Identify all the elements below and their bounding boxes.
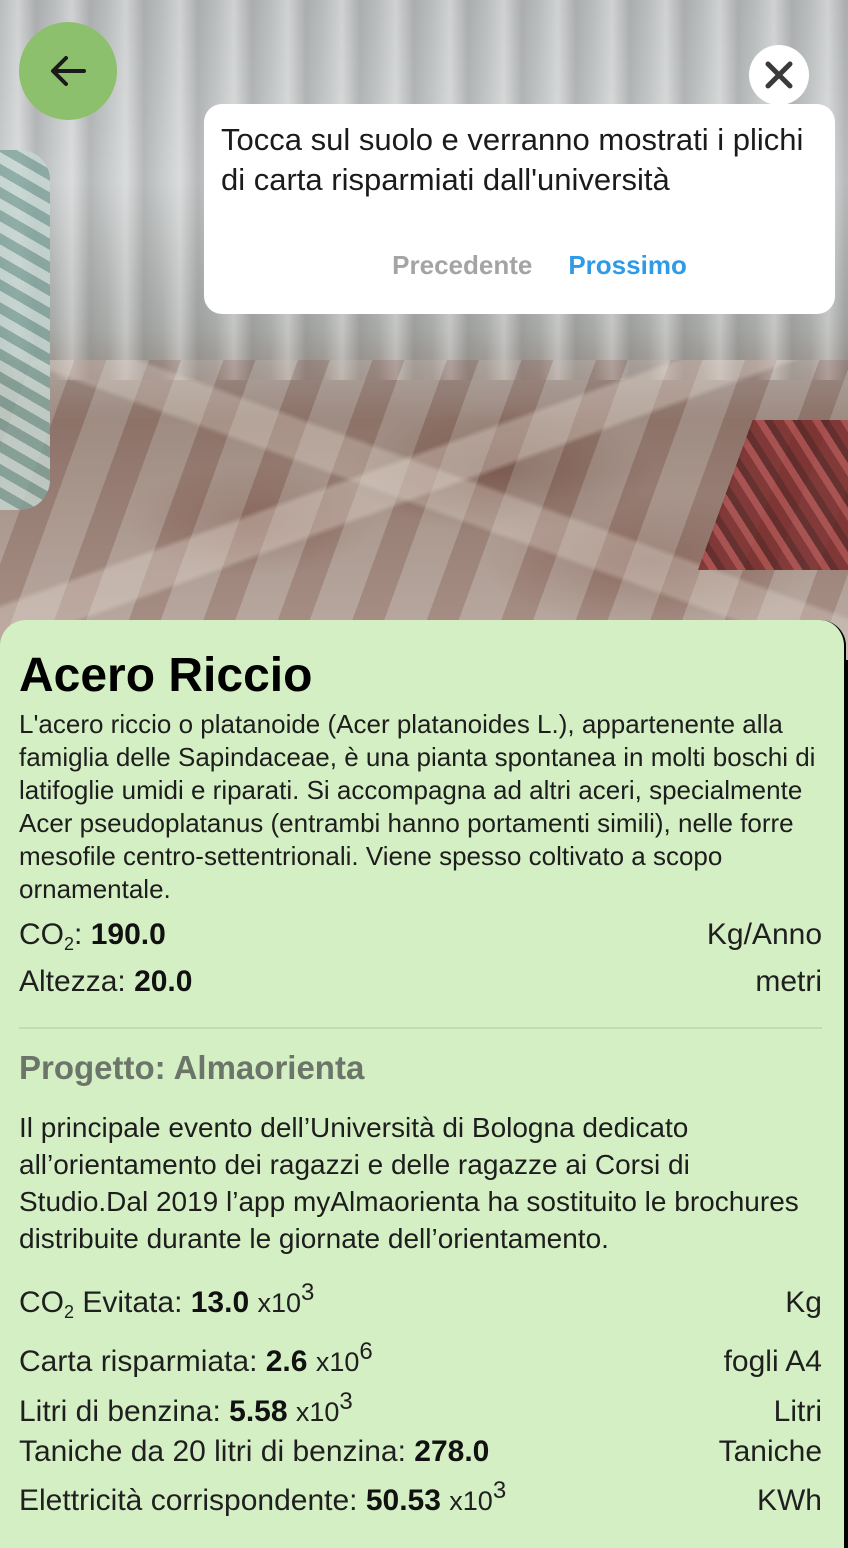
paper-saved-group: Carta risparmiata: 2.6 x106 (19, 1332, 373, 1382)
camera-view[interactable] (0, 0, 848, 660)
back-button[interactable] (19, 22, 117, 120)
co2-label-group: CO2: 190.0 (19, 916, 166, 963)
petrol-liters-group: Litri di benzina: 5.58 x103 (19, 1382, 353, 1432)
paper-saved-label: Carta risparmiata: (19, 1345, 258, 1378)
electricity-multiplier: x103 (449, 1477, 506, 1516)
species-stats: CO2: 190.0 Kg/Anno Altezza: 20.0 metri (19, 916, 822, 1001)
multiplier-text: x10 (449, 1486, 493, 1516)
petrol-tanks-group: Taniche da 20 litri di benzina: 278.0 (19, 1432, 489, 1471)
electricity-unit: KWh (756, 1484, 822, 1517)
species-description: L'acero riccio o platanoide (Acer platan… (19, 709, 816, 904)
project-stats: CO2 Evitata: 13.0 x103 Kg Carta risparmi… (19, 1273, 822, 1521)
exponent: 6 (359, 1338, 373, 1365)
co2-label-suffix: : (74, 918, 83, 951)
tutorial-popup: Tocca sul suolo e verranno mostrati i pl… (204, 104, 835, 314)
tutorial-actions: Precedente Prossimo (204, 246, 835, 285)
petrol-tanks-value: 278.0 (414, 1435, 490, 1468)
height-unit: metri (755, 965, 822, 998)
species-title: Acero Riccio (19, 649, 313, 702)
exponent: 3 (301, 1279, 315, 1306)
electricity-value: 50.53 (365, 1484, 441, 1517)
paper-saved-multiplier: x106 (315, 1338, 373, 1377)
arrow-left-icon (51, 56, 86, 86)
petrol-tanks-label: Taniche da 20 litri di benzina: (19, 1435, 406, 1468)
co2-avoided-value: 13.0 (190, 1286, 250, 1319)
next-button[interactable]: Prossimo (568, 246, 687, 285)
petrol-tanks-row: Taniche da 20 litri di benzina: 278.0 Ta… (19, 1432, 822, 1471)
paper-saved-value: 2.6 (265, 1345, 308, 1378)
co2-avoided-label: CO (19, 1286, 64, 1319)
petrol-tanks-unit: Taniche (718, 1435, 822, 1468)
electricity-label: Elettricità corrispondente: (19, 1484, 358, 1517)
co2-label: CO (19, 918, 64, 951)
co2-avoided-row: CO2 Evitata: 13.0 x103 Kg (19, 1273, 822, 1332)
height-value: 20.0 (134, 965, 193, 998)
divider (19, 1027, 822, 1029)
tutorial-text: Tocca sul suolo e verranno mostrati i pl… (221, 122, 804, 197)
project-title: Progetto: Almaorienta (19, 1049, 365, 1086)
co2-row: CO2: 190.0 Kg/Anno (19, 916, 822, 963)
electricity-group: Elettricità corrispondente: 50.53 x103 (19, 1471, 506, 1521)
petrol-liters-label: Litri di benzina: (19, 1395, 221, 1428)
exponent: 3 (492, 1477, 507, 1504)
height-label-group: Altezza: 20.0 (19, 963, 192, 1001)
multiplier-text: x10 (295, 1397, 340, 1427)
previous-button[interactable]: Precedente (392, 246, 532, 285)
height-row: Altezza: 20.0 metri (19, 963, 822, 1001)
camera-cloth (0, 150, 50, 510)
co2-subscript: 2 (64, 934, 75, 954)
close-button[interactable] (749, 45, 809, 105)
multiplier-text: x10 (315, 1347, 360, 1377)
co2-avoided-unit: Kg (785, 1286, 822, 1319)
co2-avoided-subscript: 2 (64, 1302, 75, 1322)
multiplier-text: x10 (257, 1288, 302, 1318)
paper-saved-unit: fogli A4 (723, 1345, 822, 1378)
petrol-liters-row: Litri di benzina: 5.58 x103 Litri (19, 1382, 822, 1432)
exponent: 3 (339, 1388, 353, 1415)
co2-unit: Kg/Anno (706, 918, 822, 951)
close-icon (765, 61, 793, 89)
info-panel: Acero Riccio L'acero riccio o platanoide… (0, 620, 846, 1548)
paper-saved-row: Carta risparmiata: 2.6 x106 fogli A4 (19, 1332, 822, 1382)
co2-avoided-multiplier: x103 (257, 1279, 314, 1318)
electricity-row: Elettricità corrispondente: 50.53 x103 K… (19, 1471, 822, 1521)
co2-value: 190.0 (90, 918, 166, 951)
co2-avoided-group: CO2 Evitata: 13.0 x103 (19, 1273, 314, 1332)
height-label: Altezza: (19, 965, 126, 998)
petrol-liters-value: 5.58 (229, 1395, 288, 1428)
project-description: Il principale evento dell’Università di … (19, 1112, 799, 1254)
co2-avoided-label-suffix: Evitata: (74, 1286, 183, 1319)
petrol-liters-multiplier: x103 (295, 1388, 353, 1427)
petrol-liters-unit: Litri (773, 1395, 822, 1428)
